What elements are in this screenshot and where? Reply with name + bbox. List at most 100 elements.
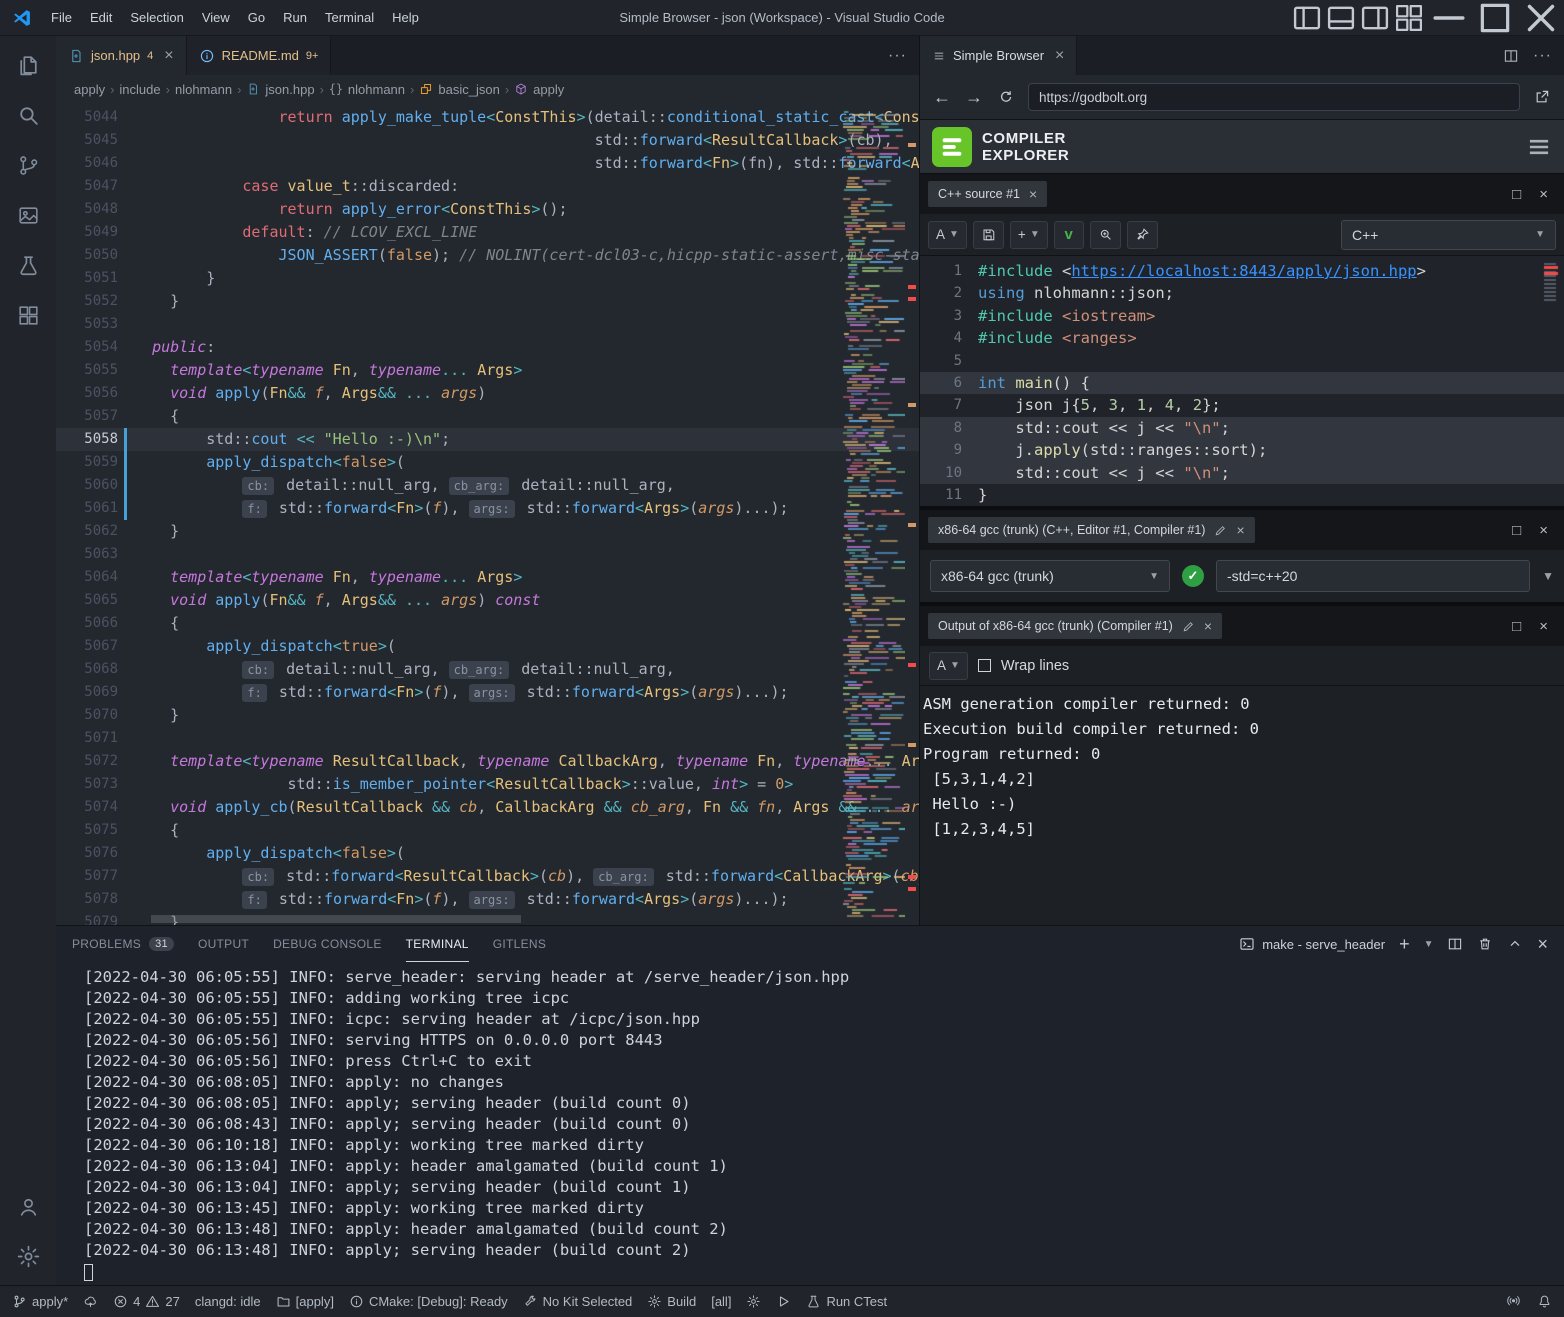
panel-tab-gitlens[interactable]: GITLENS xyxy=(493,926,546,962)
rename-icon[interactable] xyxy=(1182,620,1195,633)
language-select[interactable]: C++▼ xyxy=(1341,220,1556,250)
menu-terminal[interactable]: Terminal xyxy=(316,0,383,35)
status-git-branch-status[interactable]: apply* xyxy=(12,1294,68,1309)
panel-tab-output[interactable]: OUTPUT xyxy=(198,926,249,962)
kill-terminal-icon[interactable] xyxy=(1477,936,1493,952)
status-feedback[interactable] xyxy=(1506,1294,1521,1309)
breadcrumb-item[interactable]: apply xyxy=(514,82,564,97)
panel-tab-debug-console[interactable]: DEBUG CONSOLE xyxy=(273,926,382,962)
status-clangd-status[interactable]: clangd: idle xyxy=(195,1294,261,1309)
search-button[interactable] xyxy=(1090,221,1121,249)
activity-source-control[interactable] xyxy=(4,140,52,190)
tab-simple-browser[interactable]: Simple Browser × xyxy=(920,36,1077,75)
activity-extensions[interactable] xyxy=(4,290,52,340)
open-external-icon[interactable] xyxy=(1532,89,1552,105)
status-notifications[interactable] xyxy=(1537,1294,1552,1309)
more-actions-icon[interactable]: ··· xyxy=(1533,48,1552,64)
customize-layout-button[interactable] xyxy=(1392,0,1426,35)
font-size-button[interactable]: A▼ xyxy=(928,221,967,249)
status-run-ctest[interactable]: Run CTest xyxy=(806,1294,887,1309)
status-cmake-debug-target[interactable] xyxy=(746,1294,761,1309)
activity-settings-gear[interactable] xyxy=(4,1231,52,1281)
close-icon[interactable]: × xyxy=(164,48,173,64)
terminal-select[interactable]: make - serve_header xyxy=(1239,936,1385,952)
activity-testing[interactable] xyxy=(4,240,52,290)
close-icon[interactable]: × xyxy=(1055,48,1064,64)
url-bar[interactable] xyxy=(1028,83,1520,111)
close-pane-icon[interactable]: × xyxy=(1539,187,1548,202)
menu-edit[interactable]: Edit xyxy=(81,0,121,35)
source-tab[interactable]: C++ source #1 × xyxy=(928,181,1047,207)
add-pane-button[interactable]: +▼ xyxy=(1010,221,1048,249)
menu-go[interactable]: Go xyxy=(239,0,274,35)
panel-tab-terminal[interactable]: TERMINAL xyxy=(406,926,469,962)
status-cmake-kit[interactable]: No Kit Selected xyxy=(523,1294,633,1309)
maximize-pane-icon[interactable]: □ xyxy=(1512,187,1521,202)
breadcrumb-item[interactable]: nlohmann xyxy=(175,82,232,97)
breadcrumb-item[interactable]: include xyxy=(119,82,160,97)
layout-sidebar-left-button[interactable] xyxy=(1290,0,1324,35)
maximize-button[interactable] xyxy=(1472,0,1518,35)
close-icon[interactable]: × xyxy=(1236,523,1244,537)
close-pane-icon[interactable]: × xyxy=(1539,523,1548,538)
tab-readme.md[interactable]: README.md9+ xyxy=(187,36,332,75)
code-editor[interactable]: 5044 return apply_make_tuple<ConstThis>(… xyxy=(56,103,919,925)
menu-help[interactable]: Help xyxy=(383,0,428,35)
close-pane-icon[interactable]: × xyxy=(1539,619,1548,634)
font-size-button[interactable]: A▼ xyxy=(929,652,968,680)
breadcrumb-item[interactable]: {}nlohmann xyxy=(329,82,405,97)
breadcrumb-item[interactable]: json.hpp xyxy=(246,82,314,97)
compiler-options-field[interactable] xyxy=(1216,560,1530,592)
maximize-pane-icon[interactable]: □ xyxy=(1512,619,1521,634)
rename-icon[interactable] xyxy=(1214,524,1227,537)
status-cmake-status[interactable]: CMake: [Debug]: Ready xyxy=(349,1294,508,1309)
activity-media-preview[interactable] xyxy=(4,190,52,240)
activity-explorer[interactable] xyxy=(4,40,52,90)
menu-file[interactable]: File xyxy=(42,0,81,35)
hamburger-menu-icon[interactable] xyxy=(1526,134,1552,160)
horizontal-scrollbar[interactable] xyxy=(151,915,521,923)
split-terminal-icon[interactable] xyxy=(1447,936,1463,952)
layout-panel-button[interactable] xyxy=(1324,0,1358,35)
tab-json.hpp[interactable]: json.hpp4× xyxy=(56,36,187,75)
terminal-dropdown-icon[interactable]: ▼ xyxy=(1424,939,1434,950)
forward-icon[interactable]: → xyxy=(964,87,984,108)
url-input[interactable] xyxy=(1039,90,1509,105)
status-cmake-build[interactable]: Build xyxy=(647,1294,696,1309)
menu-run[interactable]: Run xyxy=(274,0,316,35)
new-terminal-icon[interactable]: + xyxy=(1399,935,1410,953)
close-panel-icon[interactable]: × xyxy=(1537,935,1548,953)
layout-sidebar-right-button[interactable] xyxy=(1358,0,1392,35)
status-cmake-build-target[interactable]: [all] xyxy=(711,1294,731,1309)
activity-account[interactable] xyxy=(4,1181,52,1231)
wrap-lines-checkbox[interactable] xyxy=(978,659,991,672)
more-actions-icon[interactable]: ··· xyxy=(888,48,907,64)
split-editor-icon[interactable] xyxy=(1503,48,1519,64)
save-button[interactable] xyxy=(973,221,1004,249)
terminal-output[interactable]: [2022-04-30 06:05:55] INFO: serve_header… xyxy=(56,962,1564,1285)
compiler-options-input[interactable] xyxy=(1227,568,1519,584)
menu-view[interactable]: View xyxy=(193,0,239,35)
breadcrumb-item[interactable]: apply xyxy=(74,82,105,97)
status-problems-status[interactable]: 427 xyxy=(113,1294,180,1309)
menu-selection[interactable]: Selection xyxy=(121,0,192,35)
close-icon[interactable]: × xyxy=(1204,619,1212,633)
compiler-select[interactable]: x86-64 gcc (trunk)▼ xyxy=(930,560,1170,592)
compiler-explorer-logo-icon[interactable] xyxy=(932,127,972,167)
activity-search[interactable] xyxy=(4,90,52,140)
close-button[interactable] xyxy=(1518,0,1564,35)
minimap[interactable] xyxy=(841,106,905,922)
minimize-button[interactable] xyxy=(1426,0,1472,35)
status-cmake-project[interactable]: [apply] xyxy=(276,1294,334,1309)
pin-button[interactable] xyxy=(1127,221,1158,249)
vim-toggle-button[interactable]: v xyxy=(1054,221,1084,249)
status-cmake-launch[interactable] xyxy=(776,1294,791,1309)
maximize-panel-icon[interactable] xyxy=(1507,936,1523,952)
panel-tab-problems[interactable]: PROBLEMS31 xyxy=(72,926,174,962)
options-dropdown-icon[interactable]: ▼ xyxy=(1542,569,1554,583)
source-code-editor[interactable]: 1#include <https://localhost:8443/apply/… xyxy=(920,256,1564,506)
back-icon[interactable]: ← xyxy=(932,87,952,108)
source-minimap[interactable] xyxy=(1542,260,1562,480)
breadcrumb-item[interactable]: basic_json xyxy=(419,82,499,97)
output-tab[interactable]: Output of x86-64 gcc (trunk) (Compiler #… xyxy=(928,613,1222,639)
